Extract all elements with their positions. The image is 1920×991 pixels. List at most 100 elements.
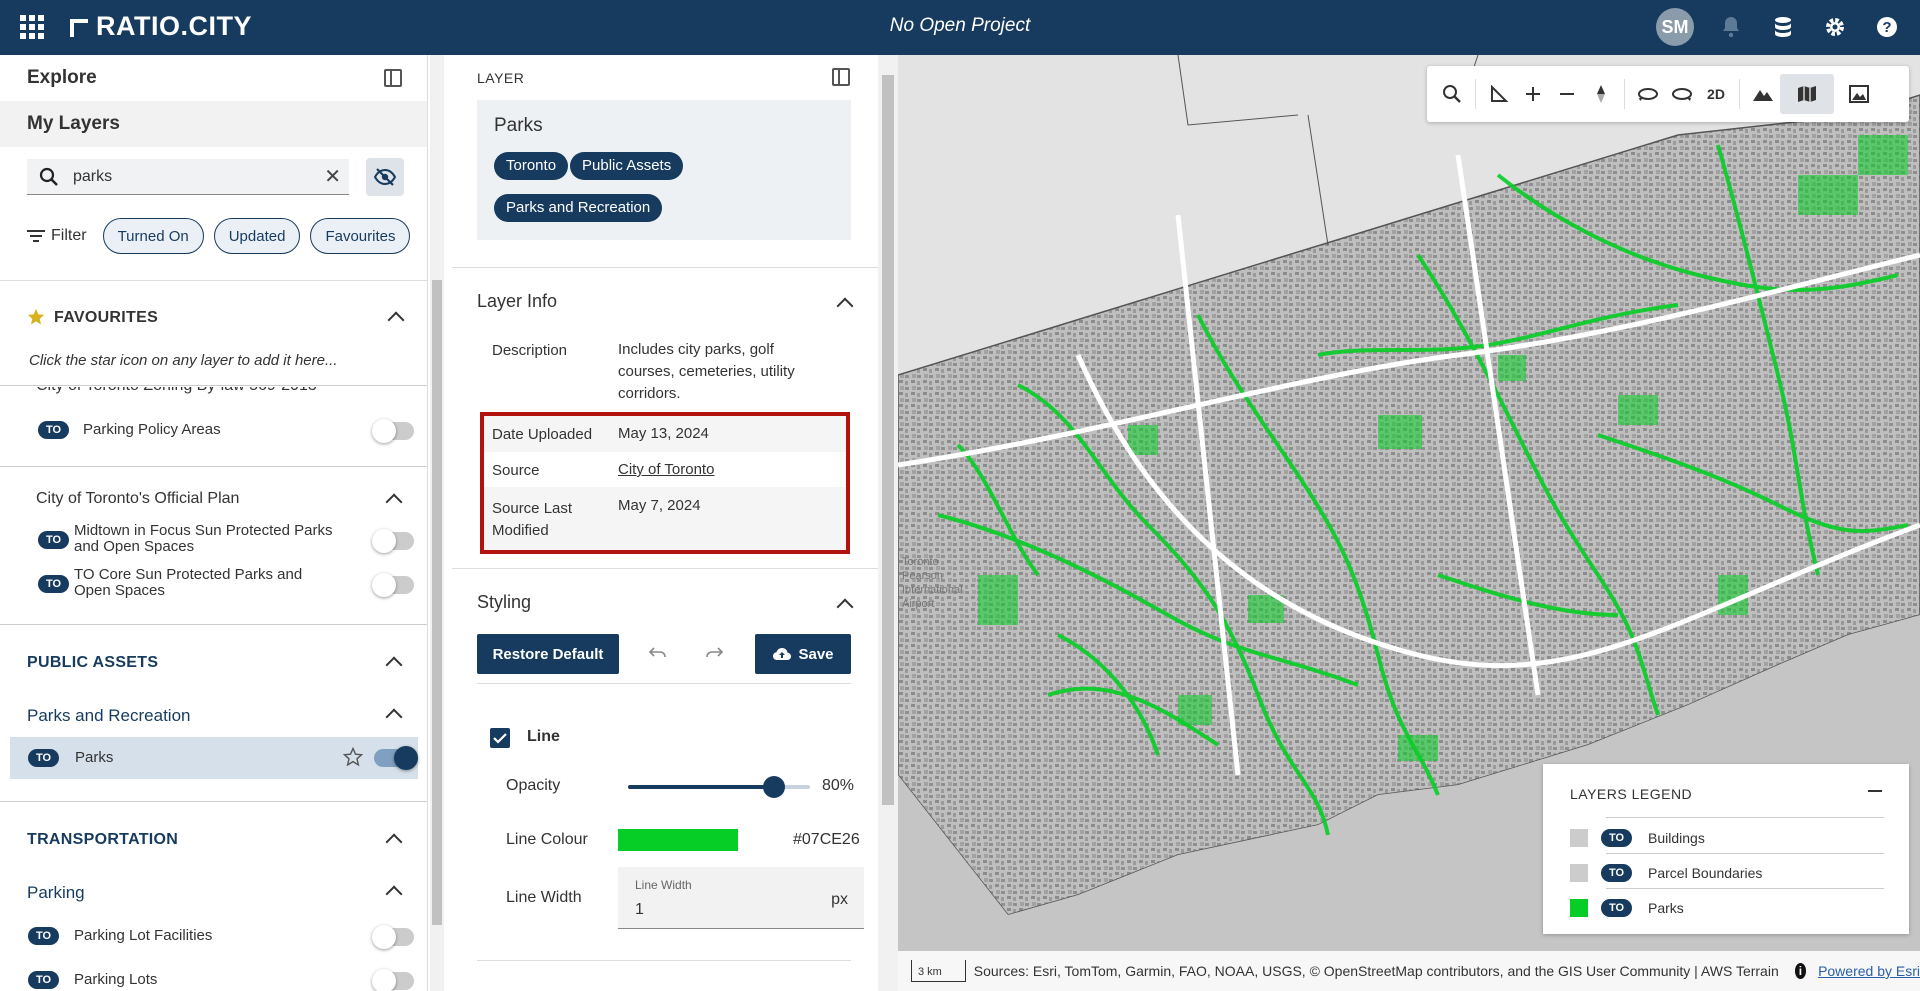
chip-updated[interactable]: Updated (213, 218, 301, 254)
collapse-public-assets-icon[interactable] (385, 656, 403, 674)
redo-icon[interactable] (704, 645, 724, 661)
notifications-icon[interactable] (1716, 12, 1746, 42)
legend-item-label: Parcel Boundaries (1648, 865, 1763, 881)
clear-search-icon[interactable]: ✕ (324, 164, 341, 189)
layer-label: Parking Policy Areas (83, 421, 221, 438)
legend-title: LAYERS LEGEND (1570, 786, 1693, 802)
line-width-input[interactable]: 1 (635, 901, 644, 919)
layer-name: Parks (494, 115, 543, 136)
scale-bar: 3 km (911, 960, 966, 982)
chip-turned-on[interactable]: Turned On (102, 218, 204, 254)
powered-by-esri-link[interactable]: Powered by Esri (1818, 963, 1920, 979)
opacity-slider-handle[interactable] (762, 776, 785, 798)
collapse-legend-icon[interactable] (1868, 790, 1882, 792)
zoning-group-title: City of Toronto Zoning By-law 569-2013 (36, 387, 317, 395)
collapse-parks-recreation-icon[interactable] (385, 708, 403, 726)
layer-toggle[interactable] (372, 419, 414, 443)
explore-panel: Explore My Layers parks ✕ Filter Turned … (0, 55, 428, 991)
collapse-official-plan-icon[interactable] (385, 493, 403, 511)
official-plan-title: City of Toronto's Official Plan (36, 490, 240, 507)
layer-heading: LAYER (477, 70, 525, 86)
line-colour-swatch[interactable] (618, 829, 738, 851)
info-icon[interactable]: i (1794, 963, 1807, 979)
compass-icon[interactable] (1584, 77, 1618, 111)
public-assets-section: PUBLIC ASSETS Parks and Recreation TO Pa… (0, 626, 427, 802)
favourite-star-icon[interactable] (343, 747, 363, 767)
cloud-upload-icon (773, 648, 792, 660)
chip-favourites[interactable]: Favourites (310, 218, 411, 254)
avatar[interactable]: SM (1656, 8, 1694, 46)
source-badge: TO (38, 421, 70, 439)
toggle-2d-button[interactable]: 2D (1699, 77, 1733, 111)
collapse-favourites-icon[interactable] (387, 311, 405, 329)
svg-text:?: ? (1882, 19, 1891, 36)
middle-scrollbar[interactable] (878, 55, 898, 991)
eye-off-icon (374, 168, 396, 186)
source-badge: TO (28, 927, 60, 945)
favourites-hint: Click the star icon on any layer to add … (29, 352, 338, 369)
rotate-right-icon[interactable] (1665, 77, 1699, 111)
help-icon[interactable]: ? (1872, 12, 1902, 42)
legend-swatch (1570, 864, 1588, 882)
map-icon[interactable] (1780, 74, 1834, 114)
layers-legend: LAYERS LEGEND TO Buildings TO Parcel Bou… (1543, 764, 1909, 934)
collapse-transportation-icon[interactable] (385, 833, 403, 851)
attribution-text: Sources: Esri, TomTom, Garmin, FAO, NOAA… (973, 963, 1779, 979)
tag-pill[interactable]: Public Assets (570, 152, 684, 180)
my-layers-title: My Layers (0, 101, 427, 147)
layer-toggle[interactable] (374, 746, 418, 770)
filter-row: Filter Turned On Updated Favourites (27, 218, 420, 254)
collapse-parking-icon[interactable] (385, 885, 403, 903)
collapse-panel-icon[interactable] (384, 69, 402, 87)
explore-title: Explore (27, 67, 97, 88)
measure-icon[interactable] (1482, 77, 1516, 111)
save-button[interactable]: Save (755, 634, 851, 674)
layer-search[interactable]: parks ✕ (27, 159, 349, 195)
tag-pill[interactable]: Toronto (494, 152, 569, 180)
imagery-icon[interactable] (1842, 77, 1876, 111)
restore-default-button[interactable]: Restore Default (477, 634, 619, 674)
legend-swatch (1570, 899, 1588, 917)
line-checkbox[interactable] (490, 728, 510, 748)
layer-toggle[interactable] (372, 529, 414, 553)
collapse-layer-panel-icon[interactable] (832, 68, 850, 86)
collapse-styling-icon[interactable] (836, 598, 854, 616)
source-badge: TO (1601, 829, 1633, 847)
source-badge: TO (28, 971, 60, 989)
transportation-title: TRANSPORTATION (27, 831, 179, 848)
settings-gear-icon[interactable] (1820, 12, 1850, 42)
airport-label: Toronto (902, 556, 939, 568)
middle-scrollbar-thumb[interactable] (882, 75, 894, 805)
terrain-icon[interactable] (1746, 77, 1780, 111)
favourites-section: FAVOURITES Click the star icon on any la… (0, 281, 427, 386)
layer-info-title: Layer Info (477, 291, 558, 311)
search-input[interactable]: parks (73, 168, 324, 186)
undo-icon[interactable] (648, 645, 668, 661)
divider (452, 267, 878, 268)
rotate-left-icon[interactable] (1631, 77, 1665, 111)
parking-title: Parking (27, 883, 85, 902)
database-icon[interactable] (1768, 12, 1798, 42)
hide-all-button[interactable] (366, 158, 404, 196)
layer-toggle[interactable] (372, 969, 414, 991)
divider (477, 683, 851, 684)
source-badge: TO (28, 749, 60, 767)
layer-row-parks[interactable]: TO Parks (10, 737, 418, 779)
zoom-in-icon[interactable] (1516, 77, 1550, 111)
left-scrollbar-thumb[interactable] (432, 280, 442, 925)
layer-list: FAVOURITES Click the star icon on any la… (0, 280, 427, 991)
tag-pill[interactable]: Parks and Recreation (494, 194, 663, 222)
map-toolbar: 2D (1427, 66, 1909, 122)
line-width-label: Line Width (506, 889, 582, 906)
collapse-layer-info-icon[interactable] (836, 297, 854, 315)
map-search-icon[interactable] (1435, 77, 1469, 111)
layer-toggle[interactable] (372, 925, 414, 949)
zoom-out-icon[interactable] (1550, 77, 1584, 111)
layer-label: Midtown in Focus Sun Protected Parks and… (74, 522, 333, 555)
line-width-field[interactable]: Line Width 1 px (618, 867, 864, 929)
layer-toggle[interactable] (372, 573, 414, 597)
filter-button[interactable]: Filter (27, 227, 87, 245)
transportation-section: TRANSPORTATION Parking TO Parking Lot Fa… (0, 803, 427, 991)
opacity-slider[interactable] (628, 776, 810, 798)
top-bar: RATIO.CITY No Open Project SM ? (0, 0, 1920, 55)
